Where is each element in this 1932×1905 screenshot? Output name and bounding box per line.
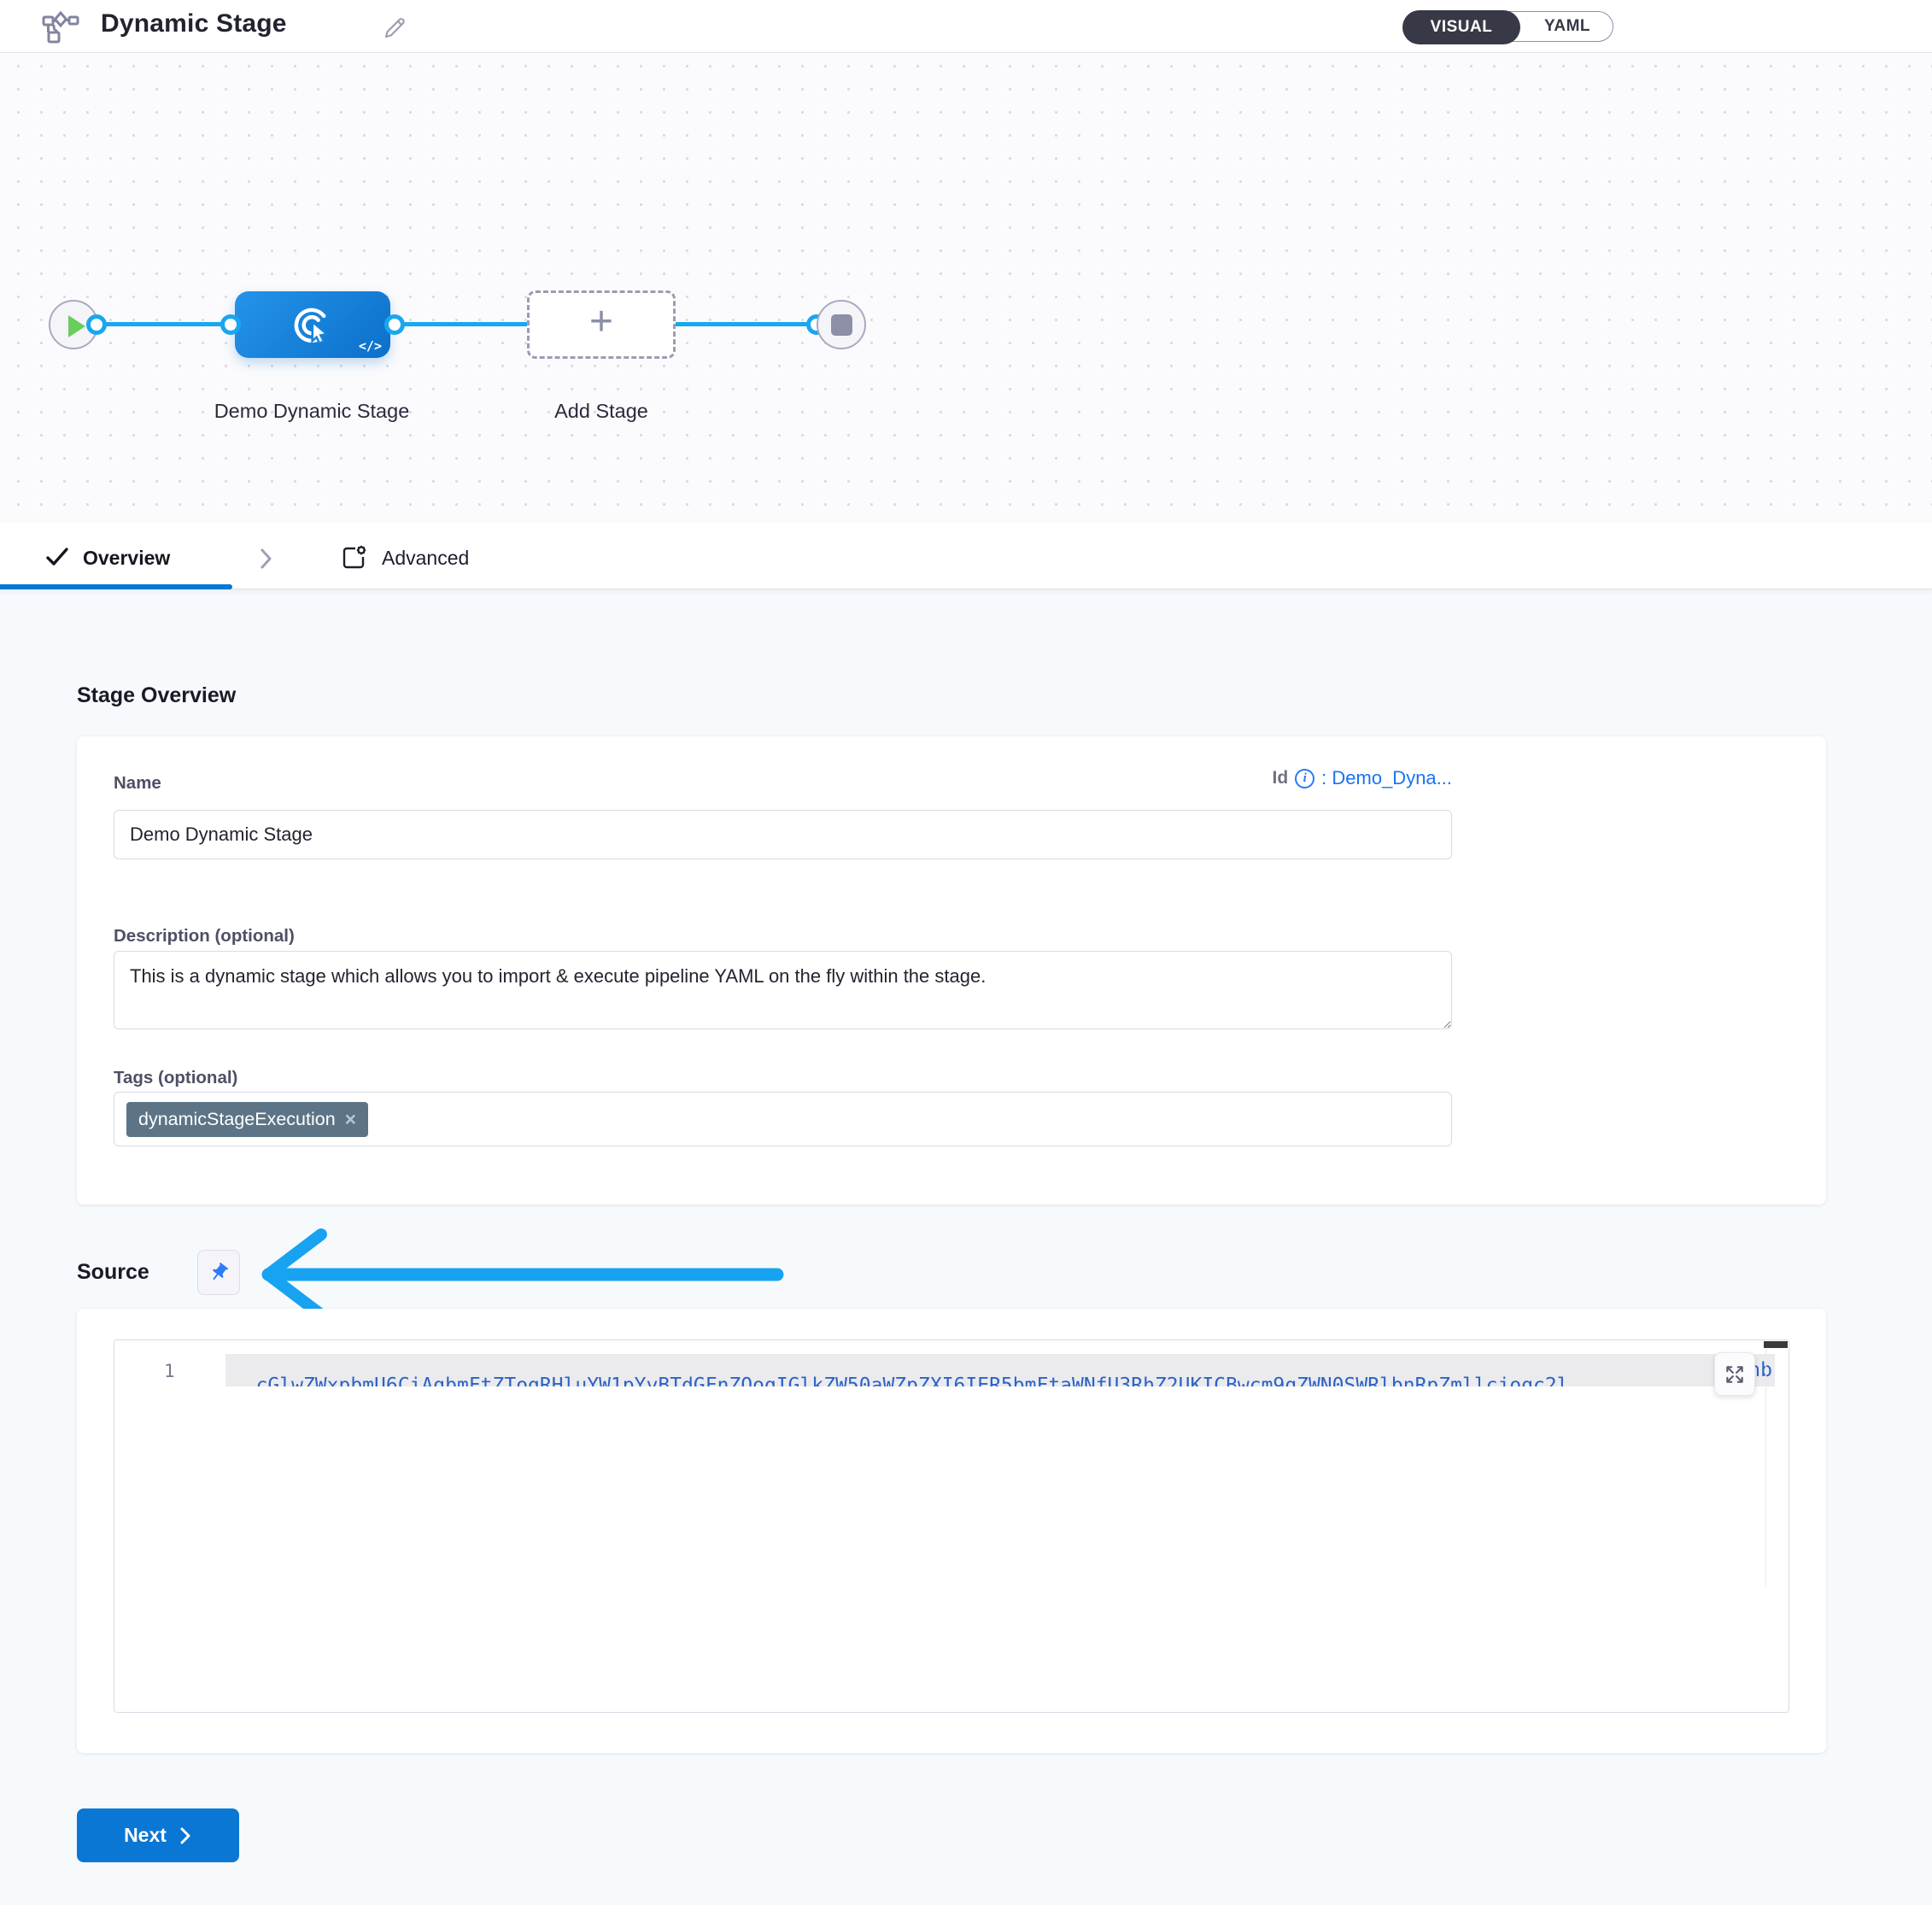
edit-pencil-icon[interactable]	[381, 15, 408, 46]
next-button[interactable]: Next	[77, 1808, 239, 1862]
visual-yaml-toggle: VISUAL YAML	[1403, 11, 1613, 42]
info-icon[interactable]: i	[1295, 769, 1314, 788]
port-start	[86, 314, 107, 335]
chevron-right-icon	[253, 544, 278, 577]
tag-remove-icon[interactable]: ×	[345, 1110, 356, 1129]
page-title: Dynamic Stage	[101, 9, 287, 38]
port-stage-right	[384, 314, 405, 335]
edge-addstage-to-end	[675, 322, 817, 326]
add-stage-button[interactable]: +	[527, 290, 676, 359]
next-chevron-icon	[179, 1826, 192, 1845]
pin-button[interactable]	[197, 1250, 240, 1295]
stage-tabbar	[0, 523, 1932, 589]
next-button-label: Next	[124, 1824, 167, 1847]
tab-advanced[interactable]: Advanced	[382, 547, 469, 570]
advanced-tab-icon[interactable]	[339, 543, 368, 577]
code-text-start: cGlwZWxpbmU6CiAgbmFtZTogRHluYW1pYyBTdGFn…	[256, 1375, 1569, 1386]
source-card: 1 cGlwZWxpbmU6CiAgbmFtZTogRHluYW1pYyBTdG…	[77, 1309, 1826, 1753]
stage-node-label: Demo Dynamic Stage	[167, 393, 457, 429]
tag-chip-label: dynamicStageExecution	[138, 1109, 336, 1130]
code-line: cGlwZWxpbmU6CiAgbmFtZTogRHluYW1pYyBTdGFn…	[225, 1354, 1775, 1386]
toggle-visual[interactable]: VISUAL	[1402, 10, 1520, 44]
stage-id-link[interactable]: : Demo_Dyna...	[1321, 767, 1452, 789]
check-icon	[44, 544, 70, 574]
stage-overview-heading: Stage Overview	[77, 683, 236, 708]
scrollbar-thumb[interactable]	[1764, 1341, 1788, 1348]
toggle-yaml[interactable]: YAML	[1522, 12, 1613, 41]
add-stage-label: Add Stage	[516, 393, 687, 429]
tag-chip: dynamicStageExecution ×	[126, 1102, 368, 1137]
page-root: Dynamic Stage VISUAL YAML	[0, 0, 1932, 1905]
expand-button[interactable]	[1714, 1352, 1755, 1396]
scrollbar-gutter-line	[1765, 1347, 1766, 1586]
click-execute-icon	[290, 302, 336, 352]
tab-overview[interactable]: Overview	[83, 547, 170, 570]
pipeline-canvas: </> Demo Dynamic Stage + Add Stage	[0, 53, 1932, 523]
id-label: Id	[1272, 768, 1288, 788]
active-tab-underline	[0, 584, 232, 589]
code-badge-icon: </>	[359, 338, 382, 354]
tags-input[interactable]: dynamicStageExecution ×	[114, 1092, 1452, 1146]
source-heading: Source	[77, 1260, 149, 1285]
description-label: Description (optional)	[114, 926, 295, 947]
edge-stage-to-addstage	[395, 322, 529, 326]
play-icon	[68, 315, 85, 337]
tags-label: Tags (optional)	[114, 1068, 237, 1088]
pipeline-end-node	[817, 300, 866, 349]
description-textarea[interactable]: This is a dynamic stage which allows you…	[114, 951, 1452, 1029]
line-number: 1	[164, 1361, 175, 1381]
plus-icon: +	[589, 305, 613, 339]
stop-icon	[831, 314, 852, 336]
name-input[interactable]	[114, 810, 1452, 859]
port-stage-left	[220, 314, 241, 335]
code-editor[interactable]: 1 cGlwZWxpbmU6CiAgbmFtZTogRHluYW1pYyBTdG…	[114, 1339, 1789, 1713]
dynamic-stage-node[interactable]: </>	[235, 291, 390, 358]
edge-start-to-stage	[96, 322, 231, 326]
stage-id-row: Id i : Demo_Dyna...	[114, 767, 1452, 789]
pipeline-icon	[41, 10, 80, 49]
header-bar: Dynamic Stage VISUAL YAML	[0, 0, 1932, 53]
stage-overview-card: Name Id i : Demo_Dyna... Description (op…	[77, 736, 1826, 1205]
